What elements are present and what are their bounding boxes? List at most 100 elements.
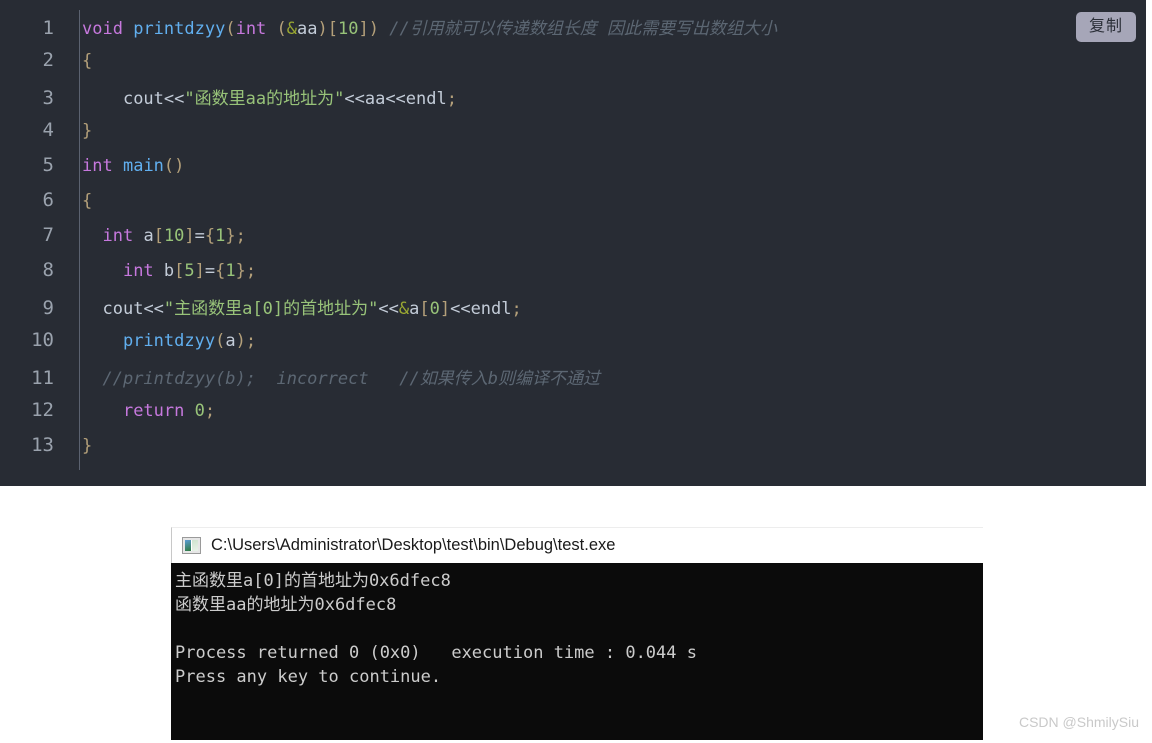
code-token-op: <<: [344, 89, 365, 109]
code-token-amp: &: [286, 19, 298, 39]
code-line-text: }: [66, 436, 92, 456]
code-token-op: <<: [163, 89, 185, 109]
console-output: 主函数里a[0]的首地址为0x6dfec8 函数里aa的地址为0x6dfec8 Pr…: [171, 563, 983, 740]
code-line-text: printdzyy(a);: [66, 331, 256, 351]
code-token-id: [113, 156, 123, 176]
line-number: 5: [42, 154, 54, 176]
line-number: 2: [42, 49, 54, 71]
console-line: 主函数里a[0]的首地址为0x6dfec8: [175, 571, 451, 591]
code-token-punc: ;: [446, 89, 457, 109]
code-line: 12 return 0;: [0, 399, 1146, 434]
code-line: 9 cout<<"主函数里a[0]的首地址为"<<&a[0]<<endl;: [0, 294, 1146, 329]
code-token-op: <<: [385, 89, 406, 109]
code-line: 5 int main(): [0, 154, 1146, 189]
code-token-op: =: [194, 226, 205, 246]
page-root: 复制 1 void printdzyy(int (&aa)[10]) //引用就可…: [0, 0, 1152, 743]
copy-code-button[interactable]: 复制: [1075, 12, 1136, 43]
code-token-kw: int: [82, 156, 113, 176]
code-token-punc: }: [82, 121, 93, 141]
code-token-num: 0: [429, 299, 440, 319]
code-token-punc: ]: [194, 261, 205, 281]
code-line: 13}: [0, 434, 1146, 469]
code-token-id: a: [409, 299, 420, 319]
console-app-icon: [182, 537, 201, 554]
code-token-punc: ]: [184, 226, 195, 246]
code-token-cmt: //printdzyy(b); incorrect //如果传入b则编译不通过: [102, 369, 600, 389]
code-token-id: aa: [297, 19, 318, 39]
code-token-fn: printdzyy: [133, 19, 226, 39]
code-token-amp: &: [398, 299, 410, 319]
console-window: C:\Users\Administrator\Desktop\test\bin\…: [171, 527, 983, 740]
code-token-id: cout: [122, 89, 164, 109]
line-number: 9: [42, 297, 54, 319]
code-token-punc: {: [82, 51, 93, 71]
line-number: 1: [42, 17, 54, 39]
code-token-kw: void: [82, 19, 123, 39]
code-line: 11 //printdzyy(b); incorrect //如果传入b则编译不…: [0, 364, 1146, 399]
code-token-id: aa: [364, 89, 386, 109]
code-token-punc: ;: [245, 261, 257, 281]
line-number: 11: [31, 367, 54, 389]
code-token-punc: ]: [358, 19, 369, 39]
console-titlebar[interactable]: C:\Users\Administrator\Desktop\test\bin\…: [171, 527, 983, 563]
code-token-punc: ]: [439, 299, 451, 319]
line-number: 3: [42, 87, 54, 109]
code-line: 10 printdzyy(a);: [0, 329, 1146, 364]
console-line: Process returned 0 (0x0) execution time …: [175, 643, 697, 663]
code-token-punc: ;: [235, 226, 246, 246]
code-token-id: [379, 19, 389, 39]
code-line-text: {: [66, 191, 92, 211]
code-token-punc: ): [235, 331, 246, 351]
console-title-text: C:\Users\Administrator\Desktop\test\bin\…: [211, 536, 616, 554]
code-block: 复制 1 void printdzyy(int (&aa)[10]) //引用就可…: [0, 0, 1146, 486]
code-line: 4}: [0, 119, 1146, 154]
code-line-text: int a[10]={1};: [66, 226, 246, 246]
code-lines-container: 1 void printdzyy(int (&aa)[10]) //引用就可以传递…: [0, 14, 1146, 469]
line-number: 10: [31, 329, 54, 351]
code-token-id: a: [133, 226, 154, 246]
code-token-punc: }: [235, 261, 246, 281]
line-number: 4: [42, 119, 54, 141]
code-token-punc: ): [317, 19, 328, 39]
code-line: 2{: [0, 49, 1146, 84]
code-token-fn: main: [122, 156, 164, 176]
code-token-punc: (: [215, 331, 226, 351]
line-number: 12: [31, 399, 54, 421]
code-token-kw: int: [102, 226, 134, 246]
code-token-punc: ;: [204, 401, 216, 421]
line-number: 13: [31, 434, 54, 456]
code-token-punc: (: [276, 19, 287, 39]
code-token-str: "函数里aa的地址为": [184, 89, 345, 109]
code-token-punc: ;: [245, 331, 257, 351]
line-number: 7: [42, 224, 54, 246]
csdn-watermark: CSDN @ShmilySiu: [1018, 714, 1139, 730]
code-token-kw: int: [122, 261, 154, 281]
code-line: 6{: [0, 189, 1146, 224]
code-line-text: int main(): [66, 156, 184, 176]
code-line-text: }: [66, 121, 92, 141]
code-token-punc: (): [163, 156, 185, 176]
code-token-fn: printdzyy: [122, 331, 216, 351]
code-token-num: 0: [194, 401, 205, 421]
code-token-id: [184, 401, 194, 421]
line-number: 6: [42, 189, 54, 211]
code-token-op: =: [204, 261, 216, 281]
code-token-id: cout: [102, 299, 144, 319]
console-line: Press any key to continue.: [175, 667, 442, 687]
code-token-num: 5: [184, 261, 195, 281]
code-token-punc: (: [225, 19, 236, 39]
code-token-num: 10: [163, 226, 185, 246]
code-token-punc: [: [174, 261, 185, 281]
code-token-kw: return: [122, 401, 185, 421]
code-token-id: [266, 19, 276, 39]
code-token-punc: }: [82, 436, 93, 456]
code-token-kw: int: [235, 19, 267, 39]
code-token-num: 1: [225, 261, 236, 281]
code-line: 3 cout<<"函数里aa的地址为"<<aa<<endl;: [0, 84, 1146, 119]
code-token-str: "主函数里a[0]的首地址为": [163, 299, 379, 319]
code-line-text: int b[5]={1};: [66, 261, 256, 281]
code-token-id: endl: [470, 299, 512, 319]
code-token-punc: [: [419, 299, 430, 319]
code-line-text: //printdzyy(b); incorrect //如果传入b则编译不通过: [66, 364, 600, 389]
